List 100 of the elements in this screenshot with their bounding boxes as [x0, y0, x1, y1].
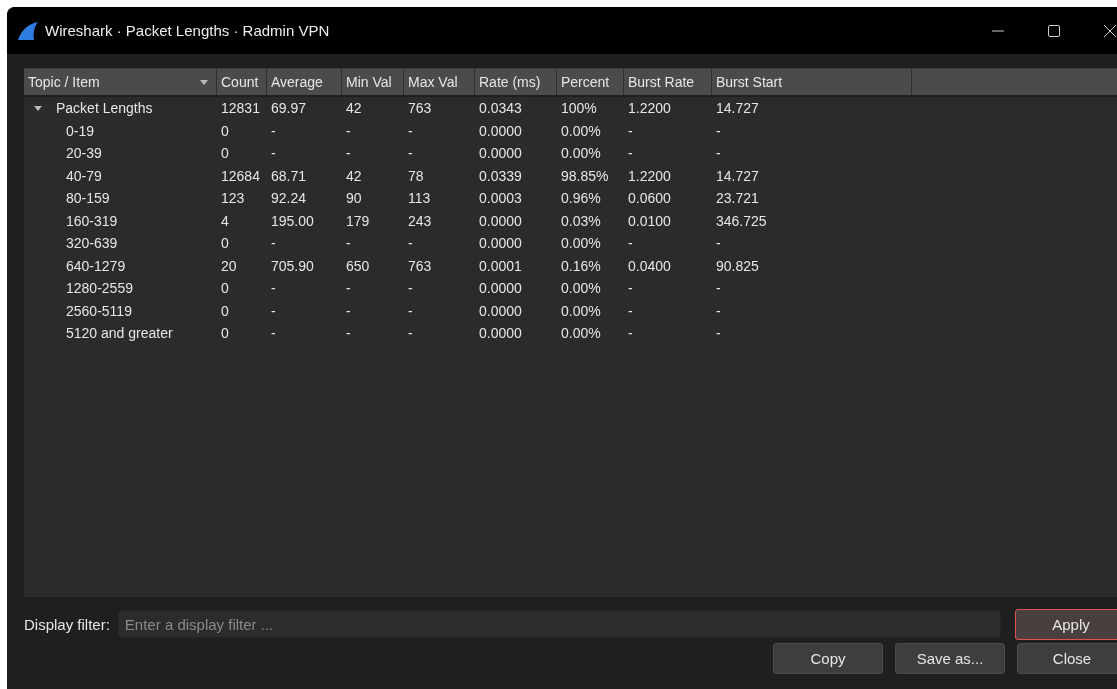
table-cell: 0.0600	[628, 190, 671, 207]
table-cell: 12831	[221, 100, 260, 117]
table-cell: 20-39	[66, 145, 102, 162]
table-cell: 705.90	[271, 257, 314, 274]
table-cell: 243	[408, 212, 432, 229]
table-cell: -	[628, 302, 633, 319]
table-cell: 0.00%	[561, 235, 601, 252]
column-header[interactable]: Topic / Item	[24, 69, 217, 95]
table-cell: 20	[221, 257, 237, 274]
table-cell: 160-319	[66, 212, 118, 229]
table-cell: 69.97	[271, 100, 307, 117]
table-cell: 80-159	[66, 190, 110, 207]
table-cell: -	[628, 145, 633, 162]
table-cell: -	[628, 122, 633, 139]
table-cell: -	[716, 145, 721, 162]
table-cell: 90.825	[716, 257, 759, 274]
table-cell: -	[346, 122, 351, 139]
table-cell: 0.96%	[561, 190, 601, 207]
maximize-icon[interactable]	[1047, 23, 1061, 38]
table-cell: 68.71	[271, 167, 307, 184]
fin-icon	[17, 20, 39, 41]
table-cell: 100%	[561, 100, 597, 117]
table-cell: 14.727	[716, 100, 759, 117]
table-cell: 113	[408, 190, 431, 207]
table-cell: 195.00	[271, 212, 314, 229]
table-cell: -	[271, 122, 276, 139]
table-cell: -	[271, 280, 276, 297]
table-cell: -	[716, 122, 721, 139]
close-icon[interactable]	[1103, 23, 1117, 38]
table-cell: 1.2200	[628, 167, 671, 184]
table-cell: 0.00%	[561, 145, 601, 162]
table-cell: 346.725	[716, 212, 767, 229]
table-cell: 179	[346, 212, 370, 229]
window-title: Wireshark · Packet Lengths · Radmin VPN	[45, 22, 330, 39]
table-cell: 0.0003	[479, 190, 522, 207]
column-header[interactable]: Burst Rate	[624, 69, 712, 95]
table-cell: -	[716, 280, 721, 297]
table-cell: -	[346, 280, 351, 297]
table-cell: 0.00%	[561, 122, 601, 139]
table-cell: 5120 and greater	[66, 325, 173, 342]
table-cell: -	[346, 145, 351, 162]
table-cell: 0.0000	[479, 235, 522, 252]
table-cell: 0.0000	[479, 145, 522, 162]
table-cell: Packet Lengths	[56, 100, 153, 117]
table-cell: 90	[346, 190, 362, 207]
table-cell: -	[628, 235, 633, 252]
table-cell: 0.03%	[561, 212, 601, 229]
table-cell: 0.0000	[479, 280, 522, 297]
table-cell: 78	[408, 167, 424, 184]
table-cell: -	[408, 325, 413, 342]
dialog-button[interactable]: Close	[1017, 643, 1117, 674]
table-cell: 0.0001	[479, 257, 522, 274]
table-cell: -	[628, 280, 633, 297]
table-cell: -	[271, 325, 276, 342]
table-cell: 0.00%	[561, 280, 601, 297]
table-cell: 1.2200	[628, 100, 671, 117]
column-header[interactable]: Count	[217, 69, 267, 95]
table-cell: -	[716, 325, 721, 342]
table-cell: 0	[221, 302, 229, 319]
table-cell: 0	[221, 325, 229, 342]
table-cell: 0.0400	[628, 257, 671, 274]
table-cell: 0	[221, 145, 229, 162]
table-cell: -	[628, 325, 633, 342]
table-cell: 4	[221, 212, 229, 229]
table-cell: 2560-5119	[66, 302, 132, 319]
table-cell: 12684	[221, 167, 260, 184]
table-cell: 0.00%	[561, 302, 601, 319]
table-cell: -	[346, 235, 351, 252]
table-cell: 763	[408, 100, 432, 117]
table-cell: 0.0000	[479, 212, 522, 229]
table-cell: 0.0000	[479, 122, 522, 139]
table-cell: 320-639	[66, 235, 118, 252]
display-filter-field[interactable]: Enter a display filter ...	[117, 610, 1001, 638]
dialog-button[interactable]: Copy	[773, 643, 883, 674]
table-cell: 640-1279	[66, 257, 126, 274]
table-cell: 42	[346, 167, 362, 184]
table-cell: -	[408, 122, 413, 139]
column-header[interactable]: Rate (ms)	[475, 69, 557, 95]
filter-label: Display filter:	[24, 615, 110, 633]
table-cell: 0.00%	[561, 325, 601, 342]
table-cell: -	[271, 145, 276, 162]
table-cell: 763	[408, 257, 432, 274]
table-cell: -	[408, 235, 413, 252]
dialog-button[interactable]: Save as...	[895, 643, 1005, 674]
column-header[interactable]: Min Val	[342, 69, 404, 95]
column-header[interactable]: Burst Start	[712, 69, 912, 95]
table-cell: -	[716, 302, 721, 319]
table-cell: -	[408, 145, 413, 162]
table-cell: 98.85%	[561, 167, 609, 184]
table-cell: 0	[221, 280, 229, 297]
column-header[interactable]: Average	[267, 69, 342, 95]
column-header[interactable]: Max Val	[404, 69, 475, 95]
apply-button[interactable]: Apply	[1015, 608, 1117, 640]
expand-caret-icon[interactable]	[34, 104, 42, 113]
table-cell: 0.0000	[479, 325, 522, 342]
column-header[interactable]: Percent	[557, 69, 624, 95]
table-cell: 0.16%	[561, 257, 601, 274]
table-cell: -	[271, 235, 276, 252]
table-cell: -	[346, 302, 351, 319]
table-cell: 23.721	[716, 190, 759, 207]
